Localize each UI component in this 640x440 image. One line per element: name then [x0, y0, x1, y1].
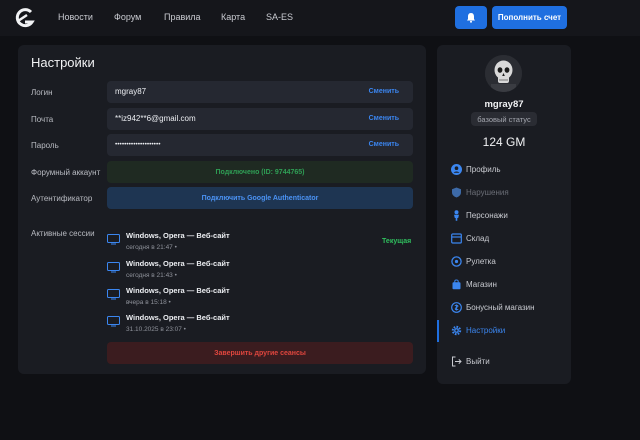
monitor-icon: [107, 262, 120, 273]
session-time: сегодня в 21:47 •: [126, 244, 177, 251]
profile-sidebar: mgray87 базовый статус 124 GM Профиль На…: [437, 45, 571, 384]
nav-link-forum[interactable]: Форум: [114, 12, 141, 22]
avatar[interactable]: [485, 55, 522, 92]
email-field: **iz942**6@gmail.com Сменить: [107, 108, 413, 130]
end-other-sessions-button[interactable]: Завершить другие сеансы: [107, 342, 413, 364]
sidebar-item-characters[interactable]: Персонажи: [451, 208, 569, 224]
nav-link-rules[interactable]: Правила: [164, 12, 201, 22]
session-item: Windows, Opera — Веб-сайт 31.10.2025 в 2…: [107, 313, 407, 339]
sidebar-item-violations[interactable]: Нарушения: [451, 185, 569, 201]
nav-link-news[interactable]: Новости: [58, 12, 93, 22]
box-icon: [451, 233, 462, 244]
top-navigation: Новости Форум Правила Карта SA-ES Пополн…: [0, 0, 640, 36]
password-label: Пароль: [31, 141, 59, 150]
sidebar-item-shop[interactable]: Магазин: [451, 277, 569, 293]
nav-link-map[interactable]: Карта: [221, 12, 245, 22]
current-session-badge: Текущая: [382, 238, 412, 245]
skull-avatar-icon: [485, 55, 522, 92]
change-email-button[interactable]: Сменить: [369, 115, 399, 122]
sidebar-item-profile[interactable]: Профиль: [451, 162, 569, 178]
roulette-icon: [451, 256, 462, 267]
monitor-icon: [107, 289, 120, 300]
forum-account-status: Подключено (ID: 9744765): [107, 161, 413, 183]
sidebar-item-logout[interactable]: Выйти: [451, 354, 569, 370]
sidebar-item-bonus-shop[interactable]: Бонусный магазин: [451, 300, 569, 316]
sidebar-item-label: Магазин: [466, 280, 497, 289]
email-value: **iz942**6@gmail.com: [115, 114, 196, 123]
session-item: Windows, Opera — Веб-сайт вчера в 15:18 …: [107, 286, 407, 312]
page-title: Настройки: [31, 55, 95, 70]
session-item: Windows, Opera — Веб-сайт сегодня в 21:4…: [107, 231, 407, 257]
bell-icon: [467, 13, 475, 23]
session-time: сегодня в 21:43 •: [126, 272, 177, 279]
gift-icon: [451, 302, 462, 313]
person-icon: [454, 210, 459, 221]
notifications-button[interactable]: [455, 6, 487, 29]
login-value: mgray87: [115, 87, 147, 96]
status-badge: базовый статус: [471, 112, 537, 126]
active-sessions-label: Активные сессии: [31, 229, 95, 238]
sidebar-item-label: Настройки: [466, 326, 506, 335]
session-time: вчера в 15:18 •: [126, 299, 171, 306]
sidebar-item-roulette[interactable]: Рулетка: [451, 254, 569, 270]
profile-username: mgray87: [484, 99, 524, 110]
login-label: Логин: [31, 88, 53, 97]
password-field: •••••••••••••••••••• Сменить: [107, 134, 413, 156]
shield-icon: [452, 187, 461, 198]
forum-account-label: Форумный аккаунт: [31, 168, 101, 177]
authenticator-label: Аутентификатор: [31, 194, 93, 203]
gear-icon: [451, 325, 462, 336]
connect-authenticator-button[interactable]: Подключить Google Authenticator: [107, 187, 413, 209]
monitor-icon: [107, 234, 120, 245]
sidebar-item-label: Профиль: [466, 165, 501, 174]
login-field: mgray87 Сменить: [107, 81, 413, 103]
monitor-icon: [107, 316, 120, 327]
change-login-button[interactable]: Сменить: [369, 88, 399, 95]
sidebar-item-label: Бонусный магазин: [466, 303, 535, 312]
nav-link-sa-es[interactable]: SA-ES: [266, 12, 293, 22]
password-value: ••••••••••••••••••••: [115, 141, 161, 148]
email-label: Почта: [31, 115, 54, 124]
sidebar-item-label: Склад: [466, 234, 490, 243]
session-item: Windows, Opera — Веб-сайт сегодня в 21:4…: [107, 259, 407, 285]
session-time: 31.10.2025 в 23:07 •: [126, 326, 186, 333]
sidebar-item-settings[interactable]: Настройки: [451, 323, 569, 339]
sidebar-item-label: Нарушения: [466, 188, 509, 197]
active-indicator: [437, 320, 439, 342]
balance: 124 GM: [482, 135, 526, 149]
settings-panel: Настройки Логин mgray87 Сменить Почта **…: [18, 45, 426, 374]
session-title: Windows, Opera — Веб-сайт: [126, 286, 230, 295]
top-up-button[interactable]: Пополнить счет: [492, 6, 567, 29]
change-password-button[interactable]: Сменить: [369, 141, 399, 148]
logout-icon: [452, 356, 462, 367]
user-circle-icon: [451, 164, 462, 175]
cart-icon: [452, 279, 461, 290]
sidebar-item-label: Персонажи: [466, 211, 508, 220]
sidebar-item-label: Выйти: [466, 357, 490, 366]
logo-icon[interactable]: [15, 7, 35, 29]
sidebar-item-label: Рулетка: [466, 257, 496, 266]
session-title: Windows, Opera — Веб-сайт: [126, 259, 230, 268]
session-title: Windows, Opera — Веб-сайт: [126, 313, 230, 322]
sidebar-item-storage[interactable]: Склад: [451, 231, 569, 247]
session-title: Windows, Opera — Веб-сайт: [126, 231, 230, 240]
